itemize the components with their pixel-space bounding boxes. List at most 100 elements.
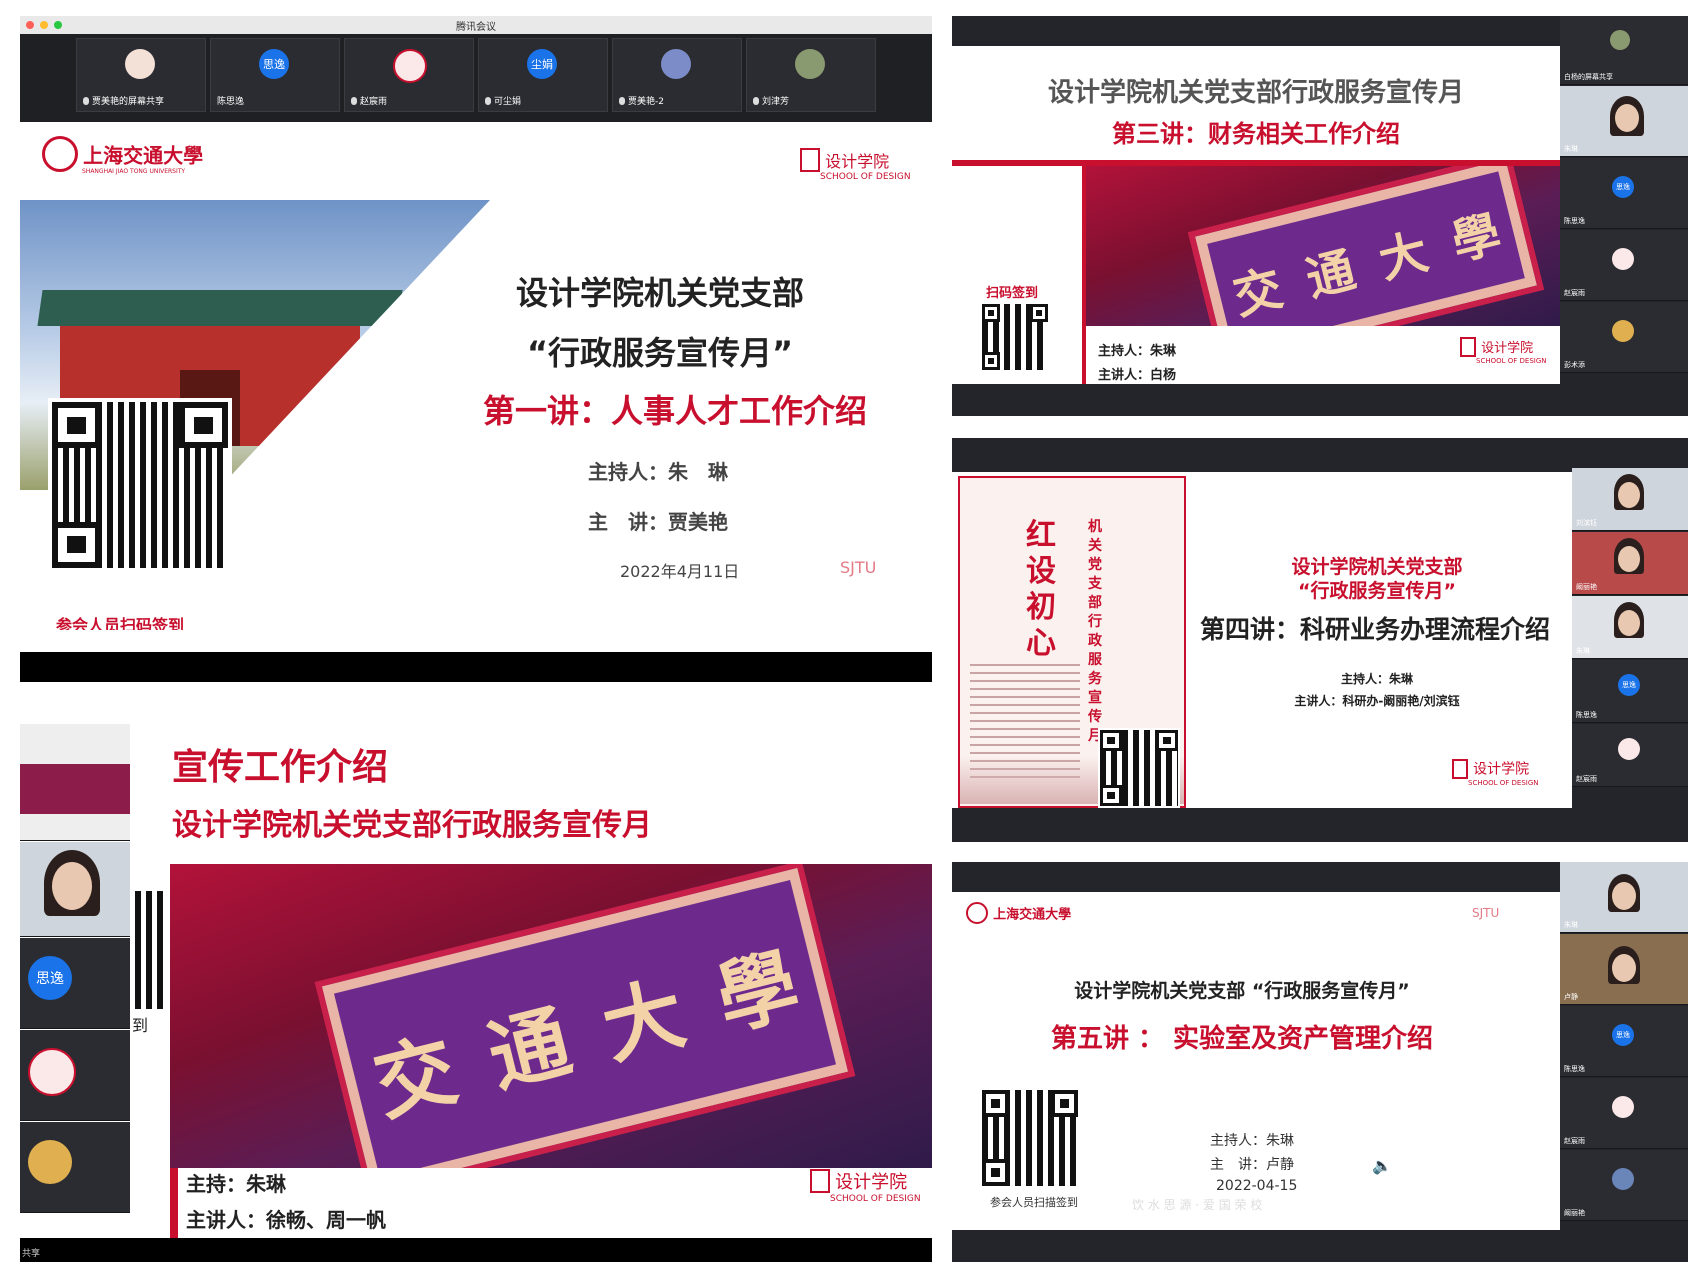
- video-tile[interactable]: 思逸 陈思逸: [1572, 660, 1688, 723]
- university-plaque-photo: 交 通 大 學: [1086, 166, 1560, 326]
- speaker-label: 主讲人：科研办-阚丽艳/刘滨钰: [1294, 694, 1460, 708]
- school-logo: 设计学院 SCHOOL OF DESIGN: [1460, 336, 1546, 365]
- screen-share-icon: [83, 97, 89, 105]
- participant-tile[interactable]: 贾美艳的屏幕共享: [76, 38, 206, 112]
- video-tile[interactable]: 思逸 陈思逸: [1560, 1006, 1688, 1077]
- share-status: 共享: [22, 1249, 41, 1259]
- video-tile[interactable]: 朱琳: [1572, 596, 1688, 659]
- video-tile[interactable]: 思逸: [20, 938, 130, 1029]
- video-tile[interactable]: [20, 842, 130, 937]
- checkin-qr-code[interactable]: [980, 302, 1050, 372]
- poster-subtitle: 机关党支部行政服务宣传月: [1088, 519, 1102, 744]
- slide-date: 2022-04-15: [1216, 1178, 1298, 1194]
- lecture-title: 第一讲：人事人才工作介绍: [482, 392, 867, 430]
- video-tile[interactable]: [20, 1030, 130, 1121]
- speaker-icon: 🔈: [1372, 1156, 1392, 1175]
- meeting-panel-2: 设计学院机关党支部行政服务宣传月 第三讲：财务相关工作介绍 交 通 大 學 扫码…: [952, 16, 1688, 416]
- poster-title: 红设初心: [1026, 518, 1056, 661]
- university-plaque-photo: 交 通 大 學: [170, 864, 932, 1168]
- school-name: 设计学院: [1473, 761, 1530, 778]
- avatar: [1612, 1168, 1634, 1190]
- school-logo-icon: [1452, 758, 1468, 779]
- avatar: 思逸: [259, 49, 289, 79]
- video-tile[interactable]: 卢静: [1560, 934, 1688, 1005]
- avatar: 思逸: [1612, 176, 1634, 198]
- video-tile[interactable]: 阚丽艳: [1572, 532, 1688, 595]
- video-tile[interactable]: 朱琳: [1560, 86, 1688, 157]
- video-tile[interactable]: 刘滨钰: [1572, 468, 1688, 531]
- mic-muted-icon: [351, 97, 357, 105]
- video-tile[interactable]: 白杨的屏幕共享: [1560, 16, 1688, 85]
- shared-slide: 上海交通大學 SHANGHAI JIAO TONG UNIVERSITY 设计学…: [20, 122, 932, 630]
- avatar: [661, 49, 691, 79]
- avatar: [28, 1048, 76, 1096]
- speaker-label: 主 讲：贾美艳: [588, 510, 728, 534]
- participant-tile[interactable]: 思逸 陈思逸: [210, 38, 340, 112]
- slide-title: 宣传工作介绍: [172, 747, 389, 788]
- video-tile[interactable]: 赵宸雨: [1560, 1078, 1688, 1149]
- shared-slide: 上海交通大學 SJTU 设计学院机关党支部 “行政服务宣传月” 第五讲 ： 实验…: [952, 892, 1560, 1230]
- participant-tile[interactable]: 刘津芳: [746, 38, 876, 112]
- participant-tile[interactable]: 贾美艳-2: [612, 38, 742, 112]
- participant-name: 赵宸雨: [360, 97, 388, 107]
- checkin-qr-code[interactable]: [1098, 728, 1180, 808]
- video-tile[interactable]: [20, 1122, 130, 1213]
- video-tile[interactable]: [20, 724, 130, 841]
- sjtu-mark: SJTU: [1472, 906, 1500, 920]
- participant-name: 朱琳: [1564, 145, 1578, 153]
- qr-label: 扫码签到: [986, 286, 1039, 301]
- motto: 饮 水 思 源 · 爱 国 荣 校: [1132, 1198, 1263, 1212]
- school-logo-icon: [1460, 336, 1476, 357]
- host-label: 主持人：朱 琳: [588, 460, 728, 484]
- participant-name: 刘滨钰: [1576, 519, 1597, 527]
- participant-name: 卢静: [1564, 993, 1578, 1001]
- speaker-label: 主讲人：白杨: [1098, 368, 1177, 383]
- host-label: 主持人：朱琳: [1098, 344, 1177, 359]
- avatar: [1612, 320, 1634, 342]
- lecture-title: 第四讲：科研业务办理流程介绍: [1199, 615, 1550, 644]
- mic-muted-icon: [485, 97, 491, 105]
- sjtu-mark: SJTU: [840, 558, 877, 577]
- poster: 红设初心 机关党支部行政服务宣传月: [958, 476, 1186, 808]
- video-tile[interactable]: 赵宸雨: [1560, 230, 1688, 301]
- participant-tile[interactable]: 尘娟 可尘娟: [478, 38, 608, 112]
- university-name-en: SHANGHAI JIAO TONG UNIVERSITY: [82, 168, 186, 175]
- avatar: [28, 1140, 72, 1184]
- video-tile[interactable]: 赵宸雨: [1572, 724, 1688, 787]
- participant-name: 陈思逸: [1564, 217, 1585, 225]
- speaker-label: 主讲人：徐畅、周一帆: [186, 1208, 386, 1232]
- participant-name: 陈思逸: [1564, 1065, 1585, 1073]
- participant-name: 陈思逸: [217, 97, 245, 107]
- participant-name: 阚丽艳: [1564, 1209, 1585, 1217]
- school-name: 设计学院: [835, 1172, 908, 1193]
- video-tile[interactable]: 阚丽艳: [1560, 1150, 1688, 1221]
- shared-slide: 红设初心 机关党支部行政服务宣传月 设计学院机关党支部 “行政服务宣传月” 第四…: [952, 472, 1572, 808]
- slide-date: 2022年4月11日: [620, 562, 740, 581]
- video-tile[interactable]: 思逸 陈思逸: [1560, 158, 1688, 229]
- participant-name: 刘津芳: [762, 97, 790, 107]
- slide-title-line2: “行政服务宣传月”: [526, 334, 794, 372]
- avatar: 思逸: [1618, 674, 1640, 696]
- host-label: 主持：朱琳: [186, 1172, 286, 1196]
- checkin-qr-code[interactable]: [980, 1088, 1080, 1188]
- video-tile[interactable]: 彭术添: [1560, 302, 1688, 373]
- host-label: 主持人：朱琳: [1340, 672, 1413, 686]
- school-name-en: SCHOOL OF DESIGN: [820, 172, 911, 182]
- checkin-qr-code[interactable]: [48, 398, 232, 572]
- participant-name: 可尘娟: [494, 97, 522, 107]
- participant-name: 贾美艳的屏幕共享: [92, 97, 165, 107]
- slide-title: 设计学院机关党支部行政服务宣传月: [1047, 78, 1464, 108]
- school-logo: 设计学院 SCHOOL OF DESIGN: [1452, 758, 1538, 787]
- checkin-qr-code[interactable]: [134, 890, 166, 1010]
- school-name: 设计学院: [1481, 341, 1534, 356]
- video-tile[interactable]: 朱琳: [1560, 862, 1688, 933]
- slide-title-line1: 设计学院机关党支部: [1291, 556, 1463, 578]
- avatar: [795, 49, 825, 79]
- participant-name: 赵宸雨: [1564, 1137, 1585, 1145]
- school-name-en: SCHOOL OF DESIGN: [1476, 356, 1547, 365]
- participant-name: 阚丽艳: [1576, 583, 1597, 591]
- participant-tile[interactable]: 赵宸雨: [344, 38, 474, 112]
- participant-name: 白杨的屏幕共享: [1564, 73, 1613, 81]
- qr-caption: 到: [132, 1016, 149, 1035]
- avatar: [1610, 30, 1630, 50]
